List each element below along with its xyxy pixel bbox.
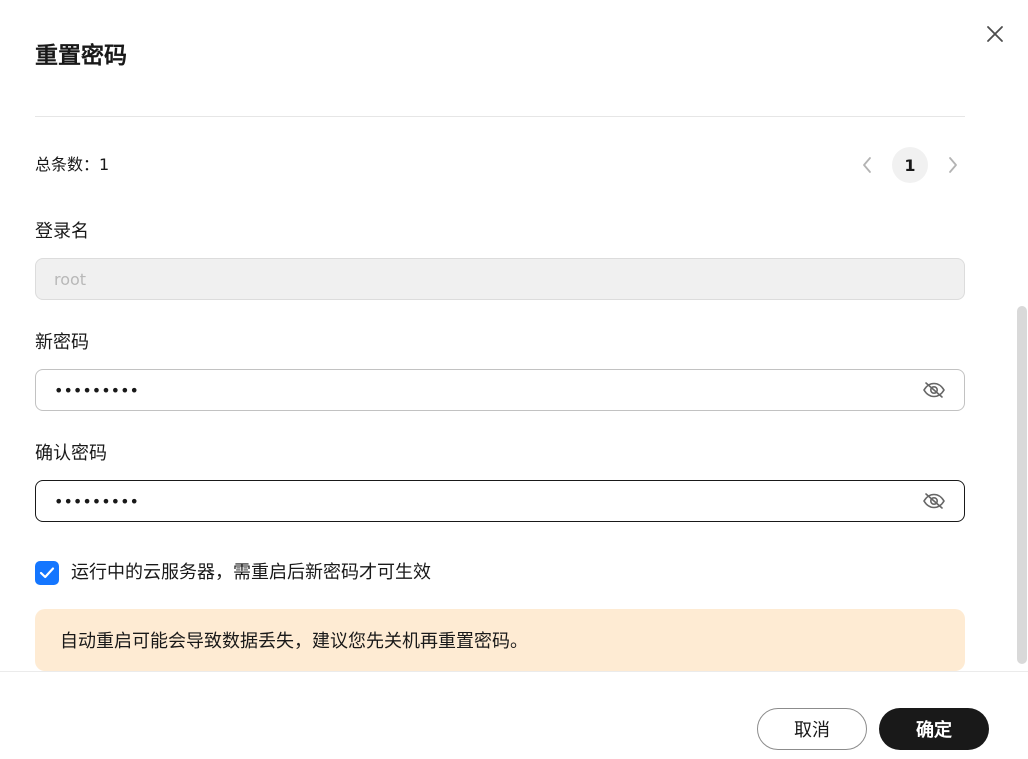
pagination: 1 xyxy=(852,146,968,184)
confirm-password-field[interactable] xyxy=(35,480,965,522)
eye-off-icon xyxy=(923,382,945,398)
warning-text: 自动重启可能会导致数据丢失，建议您先关机再重置密码。 xyxy=(60,631,528,652)
toggle-new-password-visibility[interactable] xyxy=(922,379,946,401)
new-password-field[interactable] xyxy=(35,369,965,411)
checkmark-icon xyxy=(39,567,55,579)
new-password-label: 新密码 xyxy=(35,332,89,353)
dialog-title: 重置密码 xyxy=(35,43,127,69)
confirm-password-label: 确认密码 xyxy=(35,443,107,464)
cancel-button[interactable]: 取消 xyxy=(757,708,867,750)
close-icon xyxy=(987,26,1003,42)
confirm-password-input[interactable] xyxy=(54,491,914,511)
page-number-current[interactable]: 1 xyxy=(892,147,928,183)
close-button[interactable] xyxy=(982,21,1008,47)
restart-checkbox[interactable] xyxy=(35,561,59,585)
confirm-button[interactable]: 确定 xyxy=(879,708,989,750)
warning-banner: 自动重启可能会导致数据丢失，建议您先关机再重置密码。 xyxy=(35,609,965,671)
scrollbar[interactable] xyxy=(1017,306,1027,664)
toggle-confirm-password-visibility[interactable] xyxy=(922,490,946,512)
eye-off-icon xyxy=(923,493,945,509)
header-divider xyxy=(35,116,965,117)
new-password-input[interactable] xyxy=(54,380,914,400)
restart-option: 运行中的云服务器，需重启后新密码才可生效 xyxy=(35,560,431,586)
next-page-button[interactable] xyxy=(938,147,968,183)
login-name-field xyxy=(35,258,965,300)
reset-password-dialog: 重置密码 总条数：1 1 登录名 新密码 xyxy=(0,0,1028,759)
login-name-input xyxy=(54,269,914,289)
total-count: 总条数：1 xyxy=(35,155,110,174)
restart-checkbox-label[interactable]: 运行中的云服务器，需重启后新密码才可生效 xyxy=(71,561,431,585)
chevron-left-icon xyxy=(863,157,871,173)
footer-divider xyxy=(0,671,1028,672)
login-name-label: 登录名 xyxy=(35,221,89,242)
prev-page-button[interactable] xyxy=(852,147,882,183)
chevron-right-icon xyxy=(949,157,957,173)
